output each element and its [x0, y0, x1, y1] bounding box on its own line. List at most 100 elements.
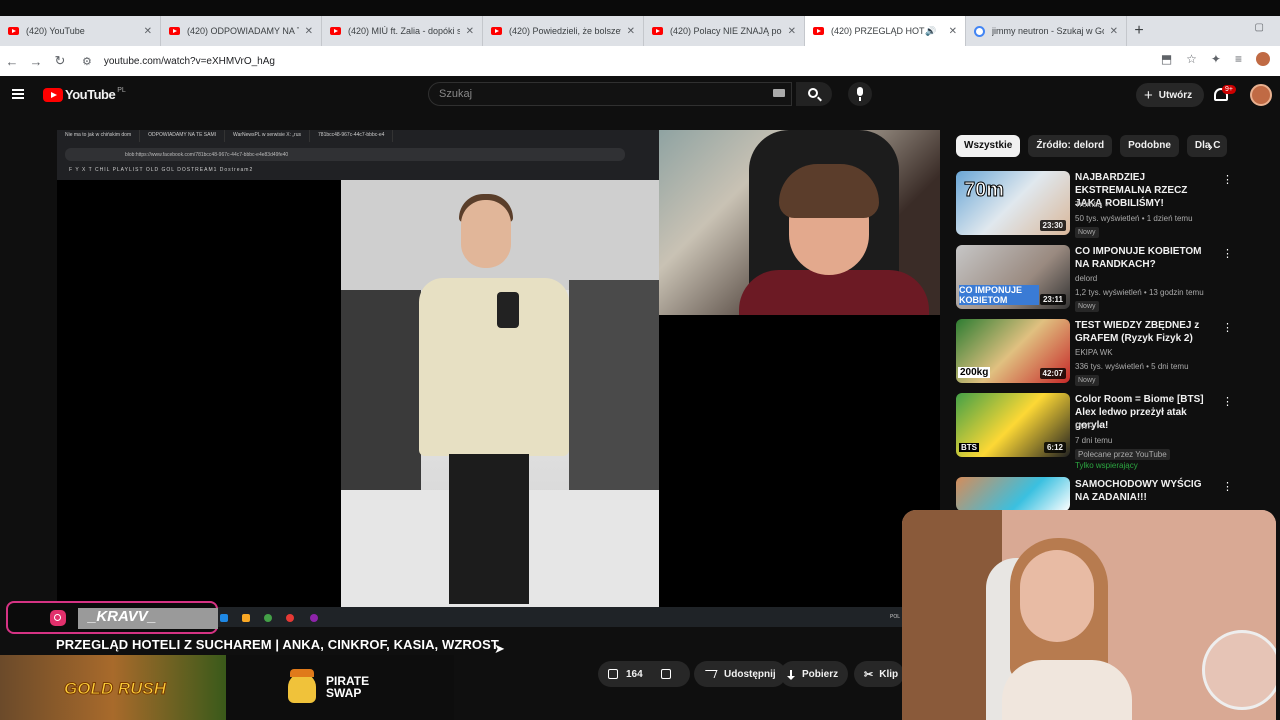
forward-icon[interactable]: → [24, 54, 48, 69]
voice-search-button[interactable] [848, 82, 872, 106]
more-options-icon[interactable]: ⋮ [1222, 480, 1233, 493]
recommendation-item[interactable]: 70m 23:30 NAJBARDZIEJ EKSTREMALNA RZECZ … [956, 171, 1276, 238]
sponsor-banner-gold-rush[interactable]: GOLD RUSH [0, 655, 226, 720]
search-input[interactable]: Szukaj [428, 82, 792, 106]
close-icon[interactable]: ✕ [305, 26, 313, 37]
video-thumbnail[interactable]: BTS 6:12 [956, 393, 1070, 457]
download-button[interactable]: Pobierz [780, 661, 849, 687]
clip-button[interactable]: ✂ Klip [854, 661, 904, 687]
chevron-right-icon[interactable]: › [1208, 138, 1213, 154]
sponsor-banner-pirate-swap[interactable]: PIRATE SWAP [226, 655, 454, 720]
create-button[interactable]: + Utwórz [1136, 83, 1205, 107]
share-button[interactable]: Udostępnij [694, 661, 786, 687]
instagram-handle-overlay: _KRAVV_ [6, 601, 218, 634]
channel-name[interactable]: delord [1075, 274, 1097, 283]
close-icon[interactable]: ✕ [144, 26, 152, 37]
video-player[interactable]: Nie ma to jak w chińskim dom ODPOWIADAMY… [57, 130, 940, 611]
share-label: Udostępnij [724, 668, 776, 680]
duration-badge: 23:11 [1039, 294, 1066, 305]
desk-fan [1202, 630, 1276, 710]
address-bar: ← → ↻ ⚙ youtube.com/watch?v=eXHMVrO_hAg ⬒… [0, 46, 1280, 76]
video-thumbnail[interactable]: 70m 23:30 [956, 171, 1070, 235]
account-avatar[interactable] [1250, 84, 1272, 106]
youtube-icon [8, 27, 19, 35]
close-icon[interactable]: ✕ [1110, 26, 1118, 37]
notification-badge: 9+ [1222, 85, 1236, 94]
search-icon [808, 88, 818, 98]
speaker-icon[interactable]: 🔊 [925, 26, 936, 37]
close-icon[interactable]: ✕ [949, 26, 957, 37]
video-meta: 50 tys. wyświetleń • 1 dzień temu [1075, 214, 1193, 223]
dislike-icon[interactable] [660, 669, 671, 679]
chip-for-you[interactable]: Dla C [1186, 135, 1227, 157]
banner-text: PIRATE SWAP [326, 675, 369, 699]
captured-tab: 781bcc48-967c-44c7-bbbc-e4 [310, 130, 394, 142]
browser-tab[interactable]: (420) MIÚ ft. Zalia - dopóki się ✕ [322, 16, 483, 46]
url-field[interactable]: ⚙ youtube.com/watch?v=eXHMVrO_hAg [82, 49, 275, 73]
video-thumbnail[interactable]: CO IMPONUJE KOBIETOM 23:11 [956, 245, 1070, 309]
channel-name[interactable]: Tromba ✔ [1075, 200, 1111, 209]
reload-icon[interactable]: ↻ [48, 53, 72, 69]
stream-browser-capture: Nie ma to jak w chińskim dom ODPOWIADAMY… [57, 130, 659, 180]
filter-chips: Wszystkie Źródło: delord Podobne Dla C [956, 135, 1227, 157]
install-icon[interactable]: ⬒ [1161, 52, 1172, 66]
search-button[interactable] [796, 82, 832, 106]
menu-icon[interactable]: ≡ [1235, 52, 1242, 66]
person-head [461, 200, 511, 268]
recommendation-title[interactable]: TEST WIEDZY ZBĘDNEJ z GRAFEM (Ryzyk Fizy… [1075, 319, 1215, 345]
like-icon[interactable] [608, 669, 618, 679]
video-thumbnail[interactable]: 200kg 42:07 [956, 319, 1070, 383]
video-thumbnail[interactable] [956, 477, 1070, 511]
close-icon[interactable]: ✕ [627, 26, 635, 37]
streamer-shirt [739, 270, 929, 315]
recommendation-title[interactable]: SAMOCHODOWY WYŚCIG NA ZADANIA!!! [1075, 478, 1215, 504]
channel-name[interactable]: EKIPA WK [1075, 348, 1113, 357]
tab-title: (420) YouTube [26, 26, 85, 36]
browser-tab[interactable]: (420) ODPOWIADAMY NA TE S ✕ [161, 16, 322, 46]
verified-icon: ✔ [1104, 200, 1112, 209]
new-tab-button[interactable]: + [1127, 22, 1151, 40]
recommendation-item[interactable]: CO IMPONUJE KOBIETOM 23:11 CO IMPONUJE K… [956, 245, 1276, 312]
more-options-icon[interactable]: ⋮ [1222, 247, 1233, 260]
more-options-icon[interactable]: ⋮ [1222, 173, 1233, 186]
browser-tab[interactable]: (420) Polacy NIE ZNAJĄ podsta ✕ [644, 16, 805, 46]
browser-tab[interactable]: jimmy neutron - Szukaj w Goog ✕ [966, 16, 1127, 46]
logo-text: YouTube [65, 87, 116, 102]
like-count[interactable]: 164 [626, 669, 643, 680]
chip-all[interactable]: Wszystkie [956, 135, 1021, 157]
recommendation-item[interactable]: BTS 6:12 Color Room = Biome [BTS] Alex l… [956, 393, 1276, 470]
new-badge: Nowy [1075, 227, 1099, 238]
thumbnail-text: CO IMPONUJE KOBIETOM [959, 285, 1039, 305]
recommendation-title[interactable]: CO IMPONUJE KOBIETOM NA RANDKACH? [1075, 245, 1215, 271]
browser-tab[interactable]: (420) YouTube ✕ [0, 16, 161, 46]
duration-badge: 6:12 [1043, 442, 1066, 453]
captured-tabs: Nie ma to jak w chińskim dom ODPOWIADAMY… [57, 130, 659, 142]
extensions-icon[interactable]: ✦ [1211, 52, 1221, 66]
back-icon[interactable]: ← [0, 54, 24, 69]
chip-related[interactable]: Podobne [1120, 135, 1179, 157]
youtube-logo[interactable]: YouTube PL [43, 87, 126, 102]
site-info-icon[interactable]: ⚙ [82, 55, 92, 68]
new-badge: Nowy [1075, 301, 1099, 312]
close-icon[interactable]: ✕ [788, 26, 796, 37]
taskbar-app-icon [220, 614, 228, 622]
browser-tab-active[interactable]: (420) PRZEGLĄD HOTELI Z🔊 ✕ [805, 16, 966, 46]
profile-avatar[interactable] [1256, 52, 1270, 66]
channel-name[interactable]: PWR ✔ [1075, 422, 1103, 431]
streamer-top [1002, 660, 1132, 720]
window-controls[interactable]: ▢ [1255, 22, 1264, 33]
discord-icon [310, 614, 318, 622]
hamburger-menu-icon[interactable] [12, 89, 24, 99]
browser-tab[interactable]: (420) Powiedzieli, że bolszewicy ✕ [483, 16, 644, 46]
chip-source[interactable]: Źródło: delord [1028, 135, 1113, 157]
person-pants [449, 454, 529, 604]
google-icon [974, 25, 985, 37]
more-options-icon[interactable]: ⋮ [1222, 395, 1233, 408]
keyboard-icon[interactable] [773, 89, 785, 97]
close-icon[interactable]: ✕ [466, 26, 474, 37]
recommended-badge: Polecane przez YouTube [1075, 449, 1170, 460]
bookmark-star-icon[interactable]: ☆ [1186, 52, 1197, 66]
tab-title: (420) ODPOWIADAMY NA TE S [187, 26, 299, 36]
more-options-icon[interactable]: ⋮ [1222, 321, 1233, 334]
recommendation-item[interactable]: 200kg 42:07 TEST WIEDZY ZBĘDNEJ z GRAFEM… [956, 319, 1276, 386]
